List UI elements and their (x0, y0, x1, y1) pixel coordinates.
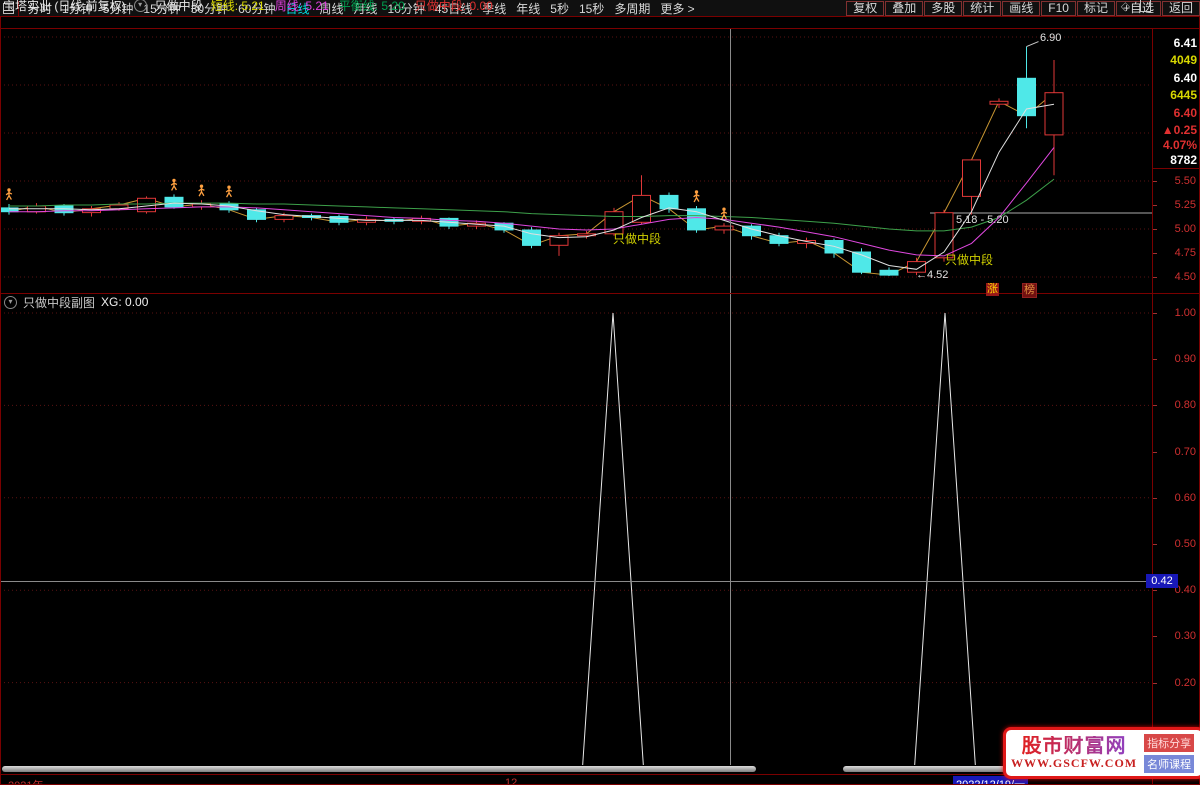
price-axis-label: 5.50 (1174, 175, 1196, 187)
indicator-axis-label: 0.70 (1174, 445, 1196, 458)
quote-value-7: 4.07% (1162, 138, 1197, 152)
legend-item-2: 周线: 5.21 (274, 0, 329, 13)
quote-value-1: 6.41 (1173, 36, 1197, 50)
crosshair-vertical-line (730, 28, 731, 765)
window-border-left (0, 17, 1, 785)
quote-value-6: ▲0.25 (1161, 123, 1197, 137)
signal-label-1: 只做中段 (613, 232, 662, 246)
gap-price-annotation: 5.18 - 5.20 (956, 214, 1009, 226)
indicator-axis-label: 0.50 (1174, 538, 1196, 550)
axis-tick (1153, 313, 1157, 314)
axis-tick (1153, 544, 1157, 545)
sub-indicator-dropdown-icon[interactable]: ▾ (4, 295, 17, 309)
price-axis-sidebar: 6.41 4049 6.40 6445 6.40 ▲0.25 4.07% 8782 5.50 5… (1152, 28, 1200, 785)
diamond-icon[interactable]: ◇ (1121, 0, 1130, 13)
indicator-name[interactable]: 只做中段 (155, 0, 203, 14)
price-axis-label: 5.00 (1174, 223, 1196, 235)
axis-tick (1153, 451, 1157, 453)
axis-tick (1153, 590, 1157, 592)
signal-label-2: 只做中段 (945, 253, 994, 267)
axis-tick (1153, 405, 1157, 407)
indicator-axis-label: 1.00 (1174, 307, 1196, 319)
quote-value-8: 8782 (1170, 153, 1197, 167)
legend-item-1: 短线: 5.21 (210, 0, 265, 13)
axis-tick (1153, 497, 1157, 499)
chart-top-border (0, 28, 1200, 29)
bang-badge[interactable]: 榜 (1022, 283, 1037, 298)
watermark-tag-1: 指标分享 (1144, 733, 1195, 752)
watermark-url: WWW.GSCFW.COM (1011, 756, 1138, 771)
panel-divider[interactable] (0, 293, 1200, 294)
legend-item-4: 只做中段: 0.00 (414, 0, 493, 13)
indicator-chart[interactable] (0, 310, 1152, 765)
price-axis-label: 5.25 (1174, 199, 1196, 211)
stock-title: 宝塔实业 (日线.前复权) (3, 0, 126, 13)
axis-tick (1153, 636, 1157, 638)
indicator-dropdown-icon[interactable]: ▾ (133, 0, 147, 12)
watermark: 股市财富网 WWW.GSCFW.COM 指标分享 名师课程 (1003, 727, 1200, 779)
low-price-annotation: ←4.52 (916, 269, 949, 281)
high-price-annotation: 6.90 (1040, 32, 1062, 44)
sidebar-divider (1153, 168, 1200, 169)
indicator-axis-label: 0.90 (1174, 353, 1196, 366)
axis-tick (1153, 205, 1157, 206)
indicator-axis-label: 0.80 (1174, 399, 1196, 412)
axis-tick (1153, 277, 1157, 278)
sub-indicator-name[interactable]: 只做中段副图 (23, 294, 95, 311)
watermark-title: 股市财富网 (1021, 735, 1127, 758)
crosshair-value-badge: 0.42 (1146, 574, 1178, 588)
info-bar: 宝塔实业 (日线.前复权) ▾ 只做中段 短线: 5.21 周线: 5.21 平衡线… (0, 0, 1200, 14)
zhang-badge[interactable]: 涨 (986, 283, 999, 296)
axis-tick (1153, 253, 1157, 254)
indicator-axis-label: 0.30 (1174, 630, 1196, 643)
price-axis-label: 4.75 (1174, 247, 1196, 259)
crosshair-horizontal-line (0, 581, 1152, 582)
quote-value-2: 4049 (1170, 53, 1197, 67)
sub-chart-header: ▾ 只做中段副图 XG: 0.00 (0, 294, 149, 311)
quote-value-4: 6445 (1170, 88, 1197, 102)
price-axis-label: 4.50 (1174, 271, 1196, 283)
axis-tick (1153, 229, 1157, 230)
scrollbar-left-segment[interactable] (2, 766, 756, 772)
axis-tick (1153, 181, 1157, 182)
quote-value-3: 6.40 (1173, 71, 1197, 85)
watermark-tag-2: 名师课程 (1144, 754, 1195, 773)
axis-tick (1153, 682, 1157, 684)
trading-app-window: 分时 1分钟 5分钟 15分钟 30分钟 60分钟 日线 周线 月线 10分钟 45日线 季线 年线 5秒… (0, 0, 1200, 785)
legend-item-3: 平衡线: 5.20 (338, 0, 405, 13)
axis-tick (1153, 359, 1157, 361)
page-icon[interactable] (1140, 0, 1151, 12)
quote-value-5: 6.40 (1173, 106, 1197, 120)
indicator-axis-label: 0.20 (1174, 676, 1196, 689)
indicator-axis-label: 0.60 (1174, 491, 1196, 504)
sub-indicator-value: XG: 0.00 (101, 295, 149, 309)
ma-legend: 短线: 5.21 周线: 5.21 平衡线: 5.20 只做中段: 0.00 (211, 0, 503, 14)
